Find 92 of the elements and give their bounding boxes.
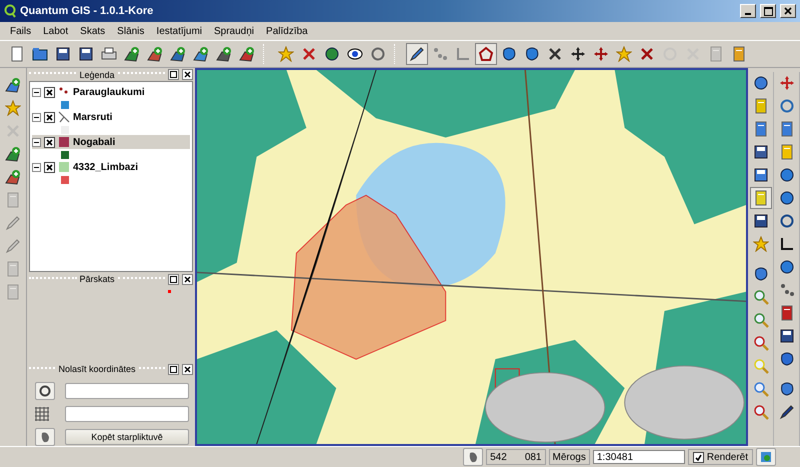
- layer-name: Marsruti: [73, 112, 112, 123]
- panel-title: Pārskats: [80, 274, 115, 284]
- projection-button[interactable]: [756, 448, 776, 466]
- zoom-layer-icon: [752, 358, 768, 374]
- add-layer-icon: [170, 46, 186, 62]
- mouse-icon: [39, 431, 51, 443]
- add-layer-icon: [193, 46, 209, 62]
- menu-item[interactable]: Fails: [4, 26, 38, 36]
- mouse-icon: [467, 451, 480, 463]
- blob-icon: [524, 46, 540, 62]
- close-button[interactable]: [182, 364, 194, 375]
- save-icon: [55, 46, 71, 62]
- menu-item[interactable]: Spraudņi: [208, 26, 260, 36]
- zoom-full-icon: [752, 335, 768, 351]
- copy-button[interactable]: Kopēt starpliktuvē: [65, 429, 189, 445]
- menu-item[interactable]: Palīdzība: [260, 26, 314, 36]
- float-button[interactable]: [168, 274, 180, 285]
- render-checkbox[interactable]: Renderēt: [688, 449, 753, 465]
- layer-checkbox[interactable]: [44, 136, 55, 148]
- crosshair-button[interactable]: [35, 382, 55, 400]
- panel-title: Nolasīt koordinātes: [58, 364, 136, 374]
- layer-checkbox[interactable]: [44, 112, 55, 123]
- minimize-button[interactable]: [740, 4, 756, 18]
- layer-item[interactable]: Nogabali: [32, 135, 190, 150]
- app-logo-icon: [4, 4, 16, 18]
- zoom-last-icon: [752, 404, 768, 420]
- zoom-out-icon: [752, 312, 768, 328]
- layer-symbol-icon: [58, 161, 70, 174]
- toolbar-button[interactable]: [406, 43, 428, 65]
- add-layer-icon: [216, 46, 232, 62]
- window-title: Quantum GIS - 1.0.1-Kore: [20, 5, 154, 17]
- symbol-icon: [60, 100, 70, 110]
- scale-label: Mērogs: [548, 449, 590, 465]
- layer-checkbox[interactable]: [44, 86, 55, 98]
- print-icon: [101, 46, 117, 62]
- move-icon: [570, 46, 586, 62]
- check-icon: [694, 454, 702, 460]
- layer-item[interactable]: Parauglaukumi: [32, 85, 190, 100]
- input-field[interactable]: [65, 383, 189, 399]
- close-button[interactable]: [182, 69, 194, 80]
- star-icon: [278, 46, 294, 62]
- collapse-icon[interactable]: [32, 162, 41, 172]
- layer-checkbox[interactable]: [44, 162, 55, 173]
- layer-name: 4332_Limbazi: [73, 162, 138, 173]
- polygon-icon: [478, 46, 494, 62]
- layer-name: Nogabali: [73, 136, 116, 148]
- input-field[interactable]: [65, 406, 189, 422]
- zoom-selection-icon: [752, 381, 768, 397]
- add-layer-icon: [124, 46, 140, 62]
- layer-item[interactable]: 4332_Limbazi: [32, 160, 190, 174]
- open-folder-icon: [32, 46, 48, 62]
- float-button[interactable]: [168, 364, 180, 375]
- toolbar-button[interactable]: [475, 43, 497, 65]
- maximize-icon: [764, 6, 772, 16]
- symbol-icon: [60, 150, 70, 160]
- blob-icon: [501, 46, 517, 62]
- star-icon: [616, 46, 632, 62]
- maximize-button[interactable]: [760, 4, 776, 18]
- collapse-icon[interactable]: [32, 88, 41, 97]
- layer-symbol-icon: [58, 136, 70, 148]
- coordinate-text: 081: [524, 452, 542, 462]
- remove-layer-icon: [301, 46, 317, 62]
- layer-symbol-icon: [58, 111, 70, 124]
- add-layer-icon: [147, 46, 163, 62]
- menu-item[interactable]: Labot: [37, 26, 74, 36]
- save-as-icon: [78, 46, 94, 62]
- scale-field[interactable]: 1:30481: [592, 450, 685, 464]
- close-button[interactable]: [182, 274, 194, 285]
- menu-item[interactable]: Iestatījumi: [150, 26, 208, 36]
- new-file-icon: [9, 46, 25, 62]
- menu-item[interactable]: Slānis: [111, 26, 150, 36]
- pen-icon: [409, 46, 425, 62]
- panel-title: Leģenda: [79, 70, 115, 80]
- menu-item[interactable]: Skats: [74, 26, 112, 36]
- add-layer-icon: [239, 46, 255, 62]
- layer-item[interactable]: Marsruti: [32, 110, 190, 124]
- coordinate-text: 542: [490, 452, 507, 462]
- extent-marker: [168, 290, 171, 293]
- move-icon: [593, 46, 609, 62]
- collapse-icon[interactable]: [32, 112, 41, 122]
- zoom-in-icon: [752, 289, 768, 305]
- close-icon: [784, 7, 792, 15]
- symbol-icon: [60, 174, 70, 185]
- layer-name: Parauglaukumi: [73, 86, 145, 98]
- mouse-button[interactable]: [463, 448, 484, 466]
- collapse-icon[interactable]: [32, 138, 41, 147]
- crosshair-icon: [39, 385, 51, 397]
- capture-button[interactable]: [35, 428, 55, 446]
- float-button[interactable]: [168, 69, 180, 80]
- points-icon: [432, 46, 448, 62]
- symbol-icon: [60, 124, 70, 135]
- eye-icon: [347, 46, 363, 62]
